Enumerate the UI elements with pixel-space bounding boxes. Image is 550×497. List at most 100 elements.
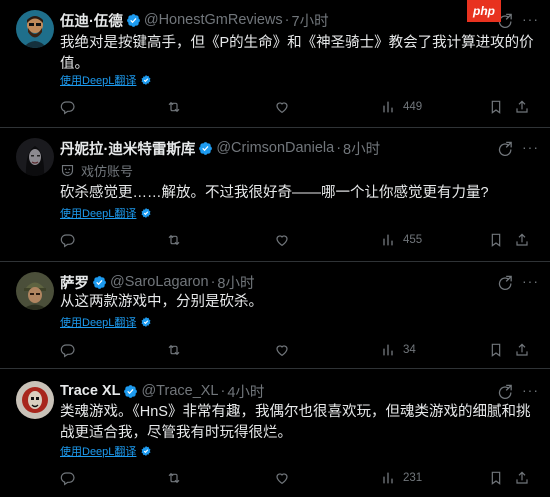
bar-chart-icon (380, 232, 396, 248)
author-handle[interactable]: @HonestGmReviews (144, 12, 283, 28)
more-options-icon[interactable]: ··· (522, 273, 539, 289)
share-button[interactable] (514, 342, 530, 358)
avatar[interactable] (16, 10, 54, 48)
like-button[interactable] (274, 99, 290, 115)
timestamp[interactable]: 7小时 (292, 10, 329, 31)
grok-icon[interactable] (497, 275, 514, 292)
views-button[interactable]: 231 (380, 470, 422, 486)
more-options-icon[interactable]: ··· (522, 139, 539, 155)
translate-settings-icon[interactable] (140, 316, 152, 328)
tweet-text: 砍杀感觉更……解放。不过我很好奇——哪一个让你感觉更有力量? (60, 185, 489, 201)
reply-button[interactable] (60, 232, 76, 248)
parody-mask-icon (60, 163, 75, 178)
verified-badge-icon (126, 13, 141, 28)
bar-chart-icon (380, 470, 396, 486)
share-button[interactable] (514, 232, 530, 248)
retweet-button[interactable] (166, 99, 182, 115)
like-button[interactable] (274, 342, 290, 358)
verified-badge-icon (92, 275, 107, 290)
translate-settings-icon[interactable] (140, 74, 152, 86)
share-icon (514, 342, 530, 358)
share-icon (514, 99, 530, 115)
bookmark-button[interactable] (488, 470, 504, 486)
views-button[interactable]: 455 (380, 232, 422, 248)
parody-label: 戏仿账号 (60, 161, 133, 180)
verified-badge-icon (123, 384, 138, 399)
tweet[interactable]: 丹妮拉·迪米特雷斯库 @CrimsonDaniela · 8小时 ··· 戏仿账… (0, 128, 550, 262)
translate-label[interactable]: 使用DeepL翻译 (60, 72, 136, 88)
author-name[interactable]: 伍迪·伍德 (60, 10, 123, 31)
views-count: 34 (403, 344, 416, 356)
author-handle[interactable]: @SaroLagaron (110, 274, 209, 290)
reply-icon (60, 99, 76, 115)
reply-icon (60, 342, 76, 358)
reply-button[interactable] (60, 470, 76, 486)
author-name[interactable]: Trace XL (60, 383, 120, 399)
bookmark-icon (488, 342, 504, 358)
separator-dot: · (210, 274, 216, 290)
grok-icon[interactable] (497, 384, 514, 401)
share-button[interactable] (514, 470, 530, 486)
reply-icon (60, 232, 76, 248)
views-count: 449 (403, 101, 423, 113)
author-handle[interactable]: @CrimsonDaniela (216, 140, 334, 156)
bookmark-icon (488, 470, 504, 486)
retweet-icon (166, 99, 182, 115)
reply-button[interactable] (60, 99, 76, 115)
retweet-icon (166, 232, 182, 248)
bookmark-icon (488, 99, 504, 115)
retweet-button[interactable] (166, 232, 182, 248)
bookmark-button[interactable] (488, 232, 504, 248)
avatar[interactable] (16, 272, 54, 310)
timestamp[interactable]: 8小时 (217, 272, 254, 293)
tweet-text: 类魂游戏。《HnS》非常有趣，我偶尔也很喜欢玩，但魂类游戏的细腻和挑战更适合我，… (60, 404, 531, 441)
php-watermark-logo: php (467, 0, 501, 22)
translate-settings-icon[interactable] (140, 207, 152, 219)
more-options-icon[interactable]: ··· (522, 11, 539, 27)
timestamp[interactable]: 4小时 (227, 381, 264, 402)
separator-dot: · (284, 12, 290, 28)
timestamp[interactable]: 8小时 (343, 138, 380, 159)
translate-link[interactable]: 使用DeepL翻译 (60, 205, 152, 221)
translate-label[interactable]: 使用DeepL翻译 (60, 443, 136, 459)
heart-icon (274, 232, 290, 248)
heart-icon (274, 470, 290, 486)
bookmark-button[interactable] (488, 342, 504, 358)
retweet-button[interactable] (166, 342, 182, 358)
separator-dot: · (220, 383, 226, 399)
bookmark-icon (488, 232, 504, 248)
translate-link[interactable]: 使用DeepL翻译 (60, 443, 152, 459)
bookmark-button[interactable] (488, 99, 504, 115)
share-icon (514, 470, 530, 486)
avatar[interactable] (16, 381, 54, 419)
author-name[interactable]: 萨罗 (60, 272, 89, 293)
grok-icon[interactable] (497, 141, 514, 158)
heart-icon (274, 99, 290, 115)
avatar[interactable] (16, 138, 54, 176)
translate-link[interactable]: 使用DeepL翻译 (60, 314, 152, 330)
tweet-text: 从这两款游戏中，分别是砍杀。 (60, 294, 263, 310)
retweet-button[interactable] (166, 470, 182, 486)
translate-label[interactable]: 使用DeepL翻译 (60, 205, 136, 221)
heart-icon (274, 342, 290, 358)
like-button[interactable] (274, 470, 290, 486)
separator-dot: · (336, 140, 342, 156)
author-name[interactable]: 丹妮拉·迪米特雷斯库 (60, 138, 195, 159)
retweet-icon (166, 470, 182, 486)
translate-label[interactable]: 使用DeepL翻译 (60, 314, 136, 330)
translate-link[interactable]: 使用DeepL翻译 (60, 72, 152, 88)
tweet[interactable]: Trace XL @Trace_XL · 4小时 ··· 类魂游戏。《HnS》非… (0, 369, 550, 497)
like-button[interactable] (274, 232, 290, 248)
parody-label-text: 戏仿账号 (81, 164, 134, 179)
more-options-icon[interactable]: ··· (522, 382, 539, 398)
reply-icon (60, 470, 76, 486)
share-button[interactable] (514, 99, 530, 115)
author-handle[interactable]: @Trace_XL (141, 383, 218, 399)
share-icon (514, 232, 530, 248)
views-count: 455 (403, 234, 423, 246)
translate-settings-icon[interactable] (140, 445, 152, 457)
views-button[interactable]: 449 (380, 99, 422, 115)
reply-button[interactable] (60, 342, 76, 358)
tweet[interactable]: 萨罗 @SaroLagaron · 8小时 ··· 从这两款游戏中，分别是砍杀。… (0, 262, 550, 369)
views-button[interactable]: 34 (380, 342, 416, 358)
